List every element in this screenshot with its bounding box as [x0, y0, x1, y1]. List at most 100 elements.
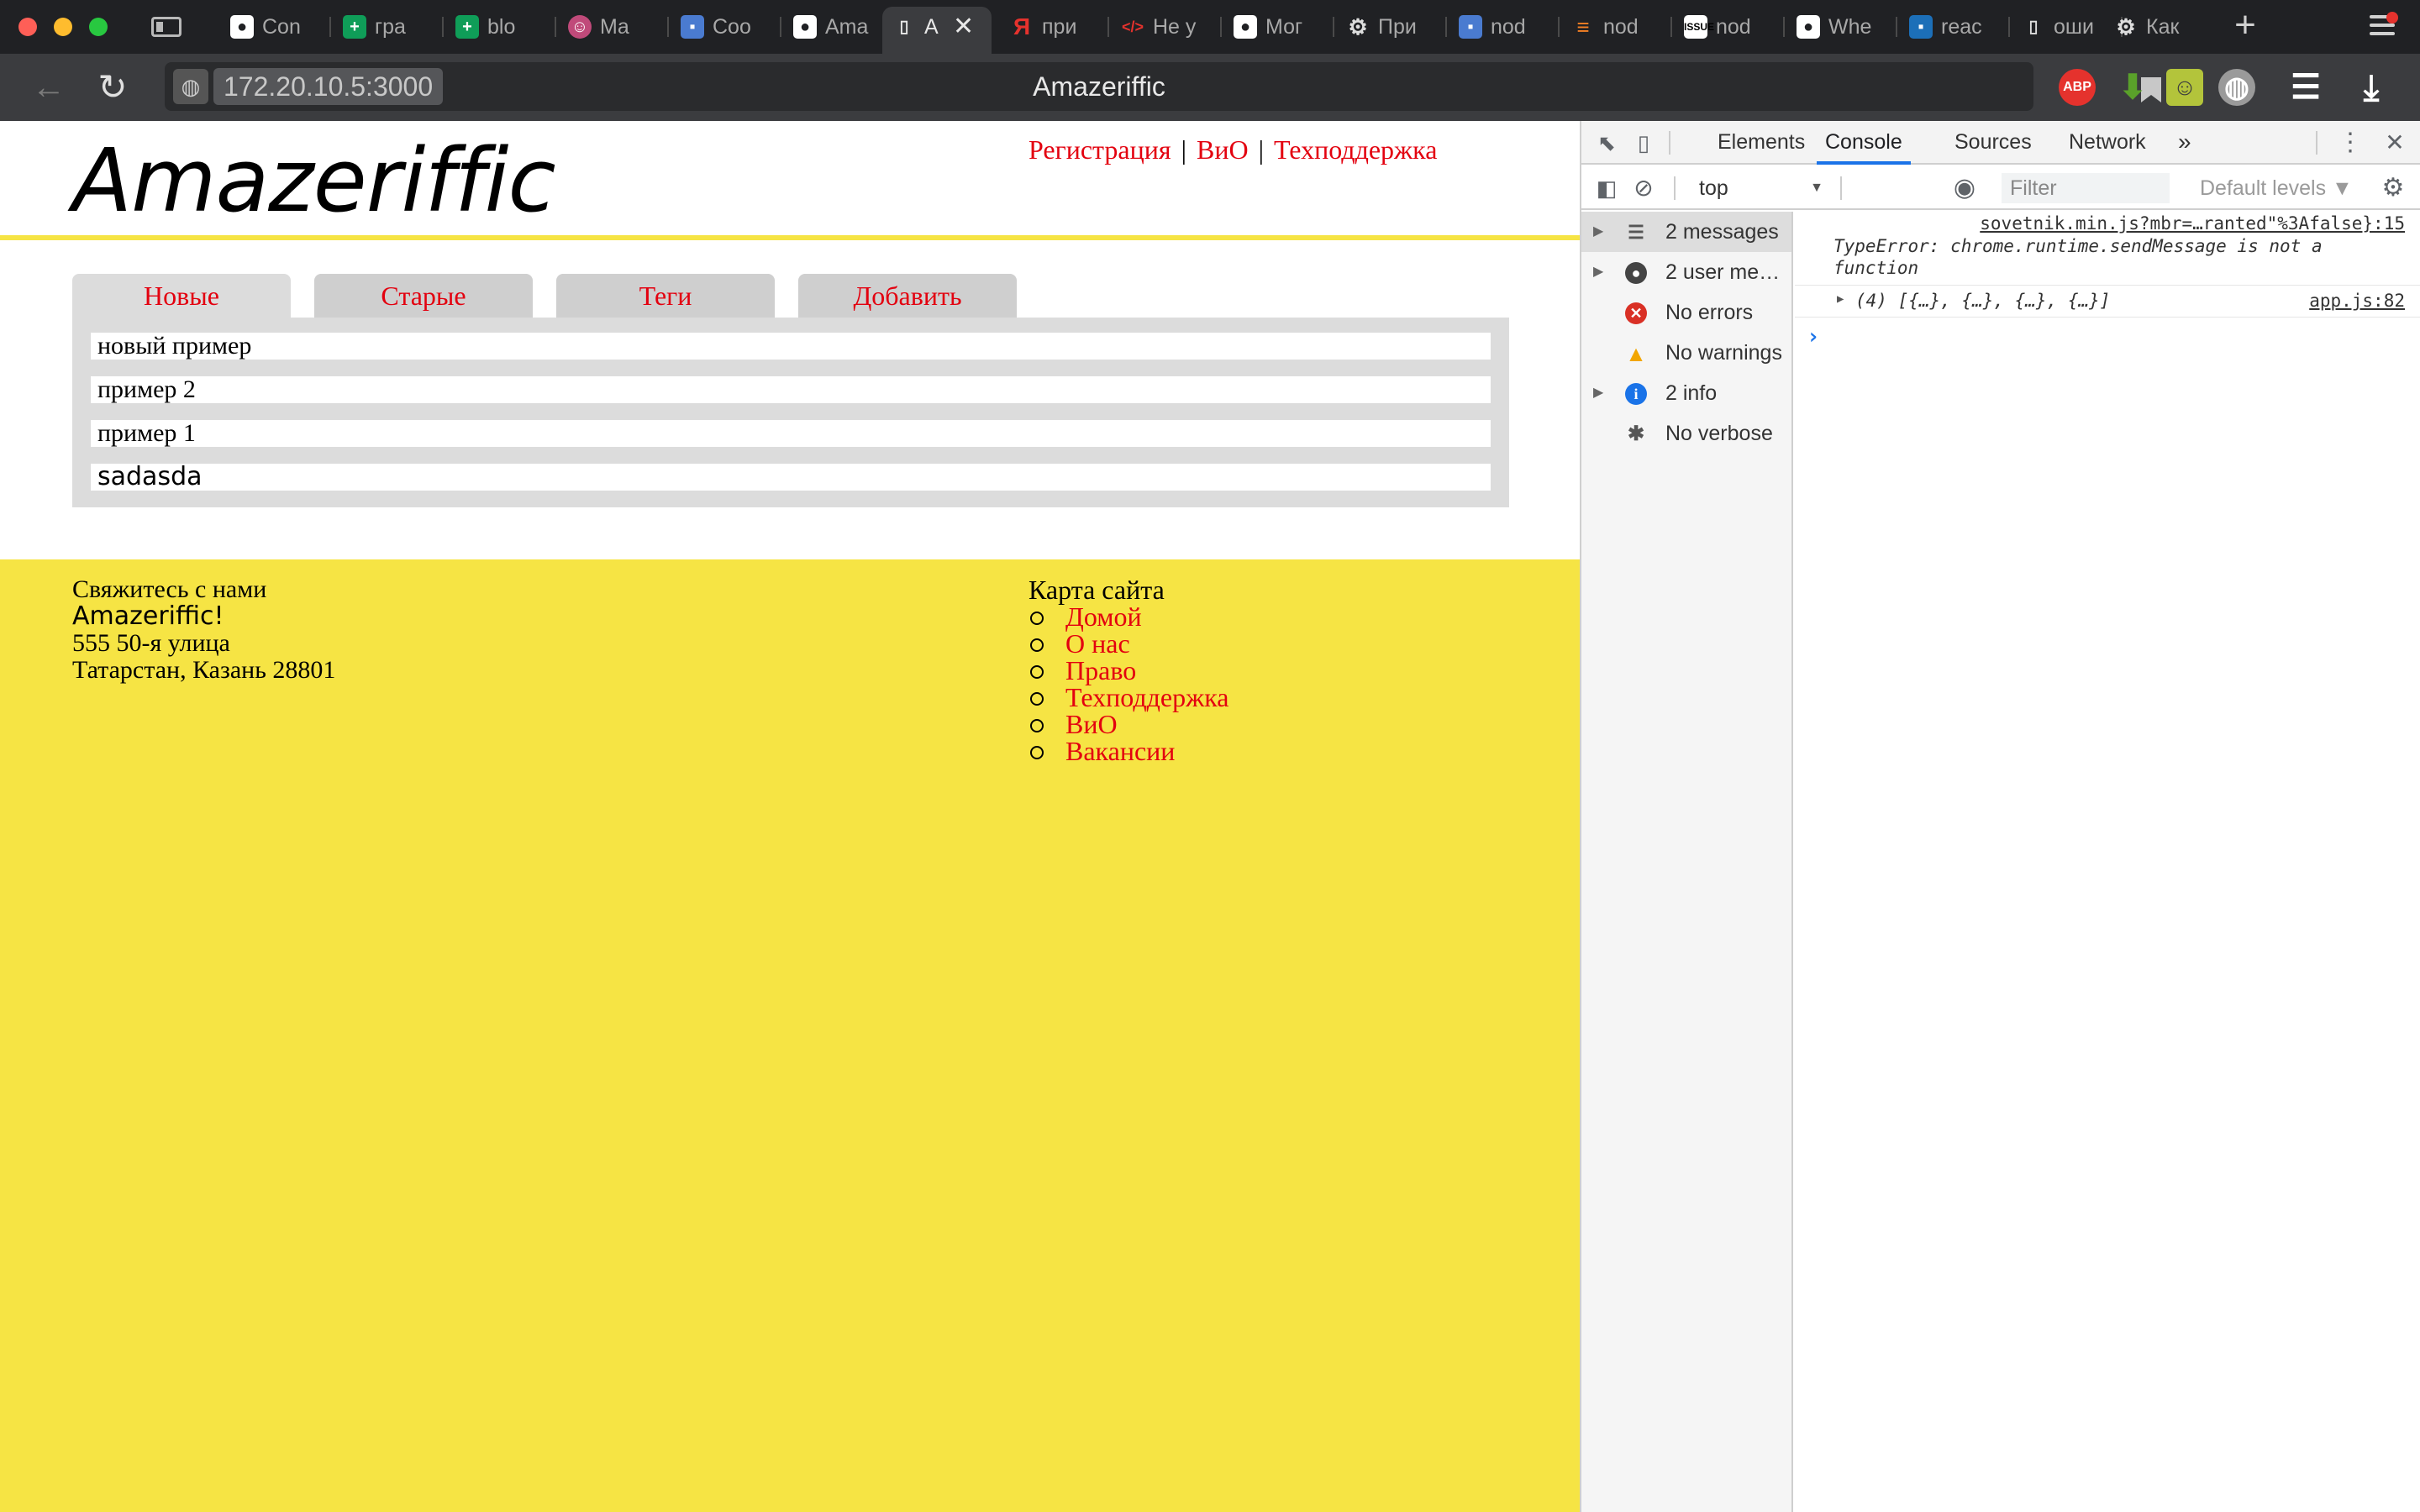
nav-link-support[interactable]: Техподдержка [1274, 134, 1437, 165]
github-icon: ● [230, 15, 254, 39]
web-page: Amazeriffic Регистрация | ВиО | Техподдержка… [0, 121, 1580, 1512]
github-icon: ● [793, 15, 817, 39]
tab-menu-icon[interactable] [2370, 12, 2398, 39]
list-icon: ☰ [1628, 222, 1644, 243]
tab-add[interactable]: Добавить [798, 274, 1017, 318]
download-helper-icon[interactable]: ⬇ [2114, 69, 2151, 106]
context-select[interactable]: top [1699, 173, 1823, 203]
close-devtools-icon[interactable]: ✕ [2380, 128, 2410, 158]
close-tab-icon[interactable]: ✕ [953, 7, 974, 47]
sidebar-item-messages[interactable]: ▶ ☰ 2 messages [1581, 212, 1791, 252]
device-toggle-icon[interactable]: ▯ [1630, 129, 1657, 156]
sidebar-item-info[interactable]: ▶ i 2 info [1581, 373, 1791, 413]
nav-link-register[interactable]: Регистрация [1028, 134, 1171, 165]
translate-icon: ▪ [1459, 15, 1482, 39]
settings-gear-icon[interactable]: ⚙ [2380, 175, 2407, 202]
sidebar-item-label: No warnings [1665, 341, 1782, 365]
browser-tab[interactable]: ⚙ При [1336, 7, 1444, 47]
expand-arrow-icon[interactable]: ▶ [1593, 212, 1603, 252]
browser-tab[interactable]: ● Мог [1223, 7, 1331, 47]
url-text[interactable]: 172.20.10.5:3000 [213, 68, 444, 105]
bug-icon: ✱ [1627, 423, 1645, 445]
expand-arrow-icon[interactable]: ▶ [1837, 292, 1844, 306]
extension-face-icon[interactable]: ☺ [2166, 69, 2203, 106]
sitemap-link-legal[interactable]: Право [1065, 655, 1136, 685]
sidebar-item-errors[interactable]: ✕ No errors [1581, 292, 1791, 333]
more-options-icon[interactable]: ⋮ [2338, 128, 2363, 158]
inspect-element-icon[interactable]: ⬉ [1593, 129, 1620, 156]
more-tabs-button[interactable]: » [2178, 121, 2191, 165]
source-link[interactable]: sovetnik.min.js?mbr=…ranted"%3Afalse}:15 [1980, 213, 2405, 234]
sidebar-item-warnings[interactable]: ▲ No warnings [1581, 333, 1791, 373]
browser-tab[interactable]: + blo [445, 7, 553, 47]
tab-console[interactable]: Console [1817, 121, 1911, 165]
browser-tab[interactable]: ⚙ Как [2104, 7, 2212, 47]
sitemap-link-support[interactable]: Техподдержка [1065, 682, 1228, 712]
header-divider [0, 235, 1580, 240]
browser-tab[interactable]: Япри [1000, 7, 1107, 47]
tab-tags[interactable]: Теги [556, 274, 775, 318]
address-line: 555 50-я улица [72, 629, 230, 657]
zoom-window-button[interactable] [89, 18, 108, 36]
tab-separator [1558, 17, 1560, 37]
console-message[interactable]: ▶ (4) [{…}, {…}, {…}, {…}] app.js:82 [1795, 286, 2420, 318]
yandex-icon: Я [1013, 13, 1031, 39]
sitemap-link-jobs[interactable]: Вакансии [1065, 736, 1175, 766]
sidebar-toggle-icon[interactable] [151, 17, 182, 37]
warning-icon: ▲ [1625, 341, 1647, 366]
globe-extension-icon[interactable]: ◍ [2218, 69, 2255, 106]
sitemap-link-faq[interactable]: ВиО [1065, 709, 1118, 739]
new-tab-button[interactable]: + [2228, 7, 2262, 45]
browser-tab[interactable]: ≡ nod [1561, 7, 1669, 47]
expand-arrow-icon[interactable]: ▶ [1593, 373, 1603, 413]
sidebar-toggle-icon[interactable]: ◧ [1593, 175, 1620, 202]
download-icon[interactable]: ⤓ [2353, 69, 2390, 106]
tab-elements[interactable]: Elements [1718, 121, 1805, 165]
sidebar-item-label: No verbose [1665, 422, 1773, 445]
browser-tab[interactable]: ☺ Ma [558, 7, 666, 47]
browser-tab[interactable]: ISSUE nod [1674, 7, 1781, 47]
browser-tab[interactable]: ● Con [220, 7, 328, 47]
minimize-window-button[interactable] [54, 18, 72, 36]
sitemap-link-about[interactable]: О нас [1065, 628, 1130, 659]
address-bar[interactable]: ◍ 172.20.10.5:3000 Amazeriffic [165, 62, 2161, 111]
feedback-icon[interactable]: ☰ [2287, 69, 2324, 106]
nav-link-faq[interactable]: ВиО [1197, 134, 1249, 165]
reload-button[interactable]: ↻ [94, 69, 131, 106]
browser-tab[interactable]: </> Не у [1111, 7, 1218, 47]
browser-tab[interactable]: ● Whe [1786, 7, 1894, 47]
close-window-button[interactable] [18, 18, 37, 36]
tab-network[interactable]: Network [2069, 121, 2146, 165]
browser-tab[interactable]: ▯ оши [2012, 7, 2119, 47]
browser-tab[interactable]: ▪ nod [1449, 7, 1556, 47]
console-prompt-icon[interactable]: › [1807, 324, 1820, 349]
eye-icon[interactable]: ◉ [1948, 175, 1981, 202]
browser-tab[interactable]: ● Ama [783, 7, 891, 47]
sidebar-item-user-messages[interactable]: ▶ ● 2 user mes… [1581, 252, 1791, 292]
tab-new[interactable]: Новые [72, 274, 291, 321]
clear-console-icon[interactable]: ⊘ [1630, 175, 1657, 202]
expand-arrow-icon[interactable]: ▶ [1593, 252, 1603, 292]
site-info-icon[interactable]: ◍ [173, 69, 208, 104]
top-nav: Регистрация | ВиО | Техподдержка [1028, 134, 1437, 165]
browser-tab[interactable]: ▪ Coo [671, 7, 778, 47]
console-message-text: (4) [{…}, {…}, {…}, {…}] [1855, 291, 2111, 311]
log-levels-dropdown[interactable]: Default levels ▼ [2200, 173, 2353, 203]
back-button[interactable]: ← [30, 69, 67, 106]
filter-input[interactable] [2002, 173, 2170, 203]
document-icon: ▯ [899, 18, 909, 36]
adblock-icon[interactable]: ABP [2059, 69, 2096, 106]
sitemap-link-home[interactable]: Домой [1065, 601, 1142, 632]
source-link[interactable]: app.js:82 [2309, 291, 2405, 311]
user-icon: ● [1625, 262, 1647, 284]
tab-separator [1220, 17, 1222, 37]
tab-old[interactable]: Старые [314, 274, 533, 318]
code-icon: </> [1121, 18, 1144, 35]
tab-sources[interactable]: Sources [1954, 121, 2032, 165]
browser-tab[interactable]: ▪ reac [1899, 7, 2007, 47]
tab-separator [1333, 17, 1334, 37]
sidebar-item-verbose[interactable]: ✱ No verbose [1581, 413, 1791, 454]
console-message-text: TypeError: chrome.runtime.sendMessage is… [1833, 236, 2323, 278]
browser-tab[interactable]: + гра [333, 7, 440, 47]
browser-tab-active[interactable]: ▯ A ✕ [882, 7, 992, 54]
